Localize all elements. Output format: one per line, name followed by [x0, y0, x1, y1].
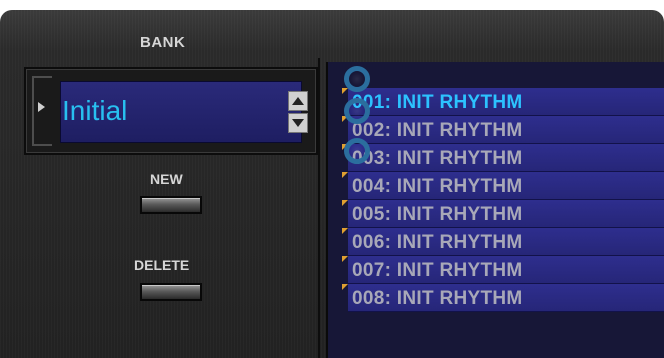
corner-marker-icon	[342, 88, 348, 94]
list-item-label: 003: INIT RHYTHM	[352, 148, 523, 169]
list-item[interactable]: 003: INIT RHYTHM	[342, 144, 664, 172]
list-item-label: 005: INIT RHYTHM	[352, 204, 523, 225]
list-item[interactable]: 006: INIT RHYTHM	[342, 228, 664, 256]
corner-marker-icon	[342, 284, 348, 290]
list-item[interactable]: 002: INIT RHYTHM	[342, 116, 664, 144]
bank-up-button[interactable]	[288, 91, 308, 111]
corner-marker-icon	[342, 172, 348, 178]
list-item[interactable]: 004: INIT RHYTHM	[342, 172, 664, 200]
delete-button[interactable]	[140, 283, 202, 301]
list-item[interactable]: 007: INIT RHYTHM	[342, 256, 664, 284]
list-item-label: 007: INIT RHYTHM	[352, 260, 523, 281]
list-item-label: 002: INIT RHYTHM	[352, 120, 523, 141]
highlight-ring-icon	[344, 138, 370, 164]
list-item-label: 008: INIT RHYTHM	[352, 288, 523, 309]
list-item-label: 004: INIT RHYTHM	[352, 176, 523, 197]
play-right-icon	[38, 102, 45, 112]
bank-value: Initial	[62, 95, 128, 126]
list-item-label: 001: INIT RHYTHM	[352, 92, 523, 113]
bank-panel: BANK Initial NEW DELETE 001: INIT RHYTHM…	[0, 10, 664, 358]
corner-marker-icon	[342, 228, 348, 234]
new-label: NEW	[150, 171, 183, 187]
corner-marker-icon	[342, 200, 348, 206]
list-item[interactable]: 005: INIT RHYTHM	[342, 200, 664, 228]
triangle-down-icon	[292, 119, 304, 127]
bank-down-button[interactable]	[288, 113, 308, 133]
list-item[interactable]: 008: INIT RHYTHM	[342, 284, 664, 312]
list-item-label: 006: INIT RHYTHM	[352, 232, 523, 253]
delete-label: DELETE	[134, 257, 190, 273]
corner-marker-icon	[342, 256, 348, 262]
bank-label: BANK	[140, 34, 186, 51]
divider	[318, 58, 320, 358]
highlight-ring-icon	[344, 66, 370, 92]
bank-stepper[interactable]	[288, 83, 308, 141]
rhythm-list: 001: INIT RHYTHM 002: INIT RHYTHM 003: I…	[326, 62, 664, 358]
new-button[interactable]	[140, 196, 202, 214]
triangle-up-icon	[292, 97, 304, 105]
list-item[interactable]: 001: INIT RHYTHM	[342, 88, 664, 116]
bank-selector: Initial	[24, 67, 318, 155]
highlight-ring-icon	[344, 98, 370, 124]
